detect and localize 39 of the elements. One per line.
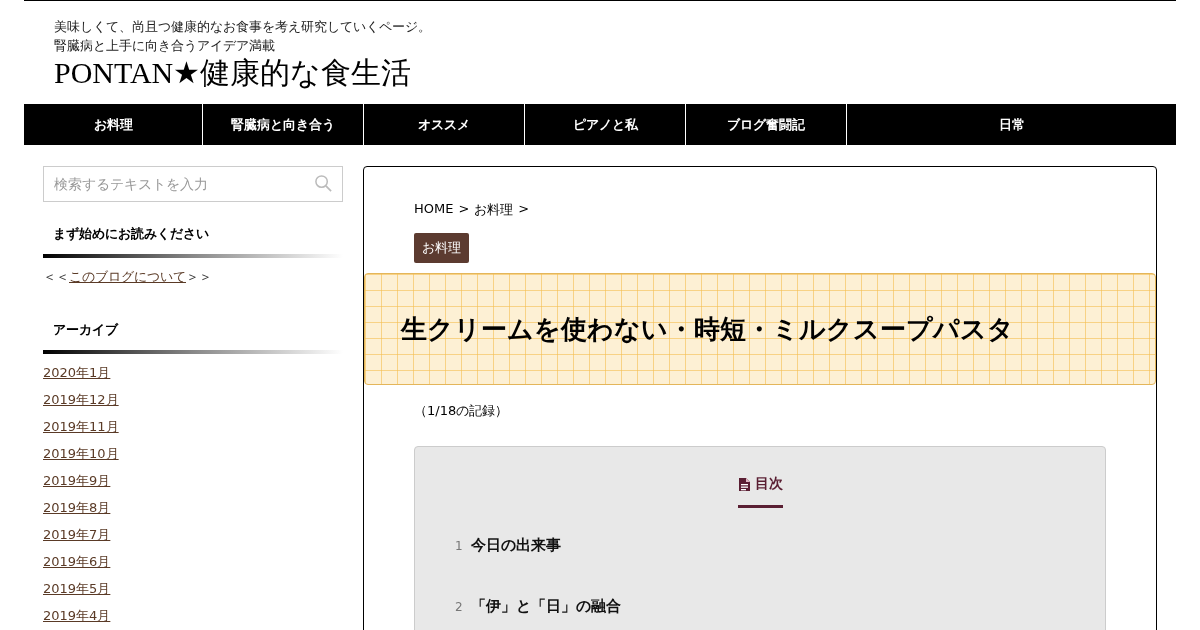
- bracket-text: ＞＞: [186, 269, 212, 284]
- archive-link[interactable]: 2020年1月: [43, 364, 111, 382]
- site-tagline: 美味しくて、尚且つ健康的なお食事を考え研究していくページ。: [54, 18, 432, 36]
- search-field[interactable]: 検索するテキストを入力: [43, 166, 343, 202]
- archive-link[interactable]: 2019年11月: [43, 418, 119, 436]
- archive-link[interactable]: 2019年4月: [43, 607, 111, 625]
- nav-item[interactable]: ブログ奮闘記: [685, 104, 846, 145]
- breadcrumb-link[interactable]: HOME: [414, 201, 454, 219]
- toc-link[interactable]: 「伊」と「日」の融合: [470, 597, 621, 616]
- archive-link[interactable]: 2019年9月: [43, 472, 111, 490]
- toc-number: 2: [455, 599, 463, 614]
- article-title: 生クリームを使わない・時短・ミルクスープパスタ: [401, 312, 1014, 346]
- toc-number: 1: [455, 538, 463, 553]
- toc-title: 目次: [754, 475, 783, 493]
- nav-item[interactable]: 日常: [846, 104, 1176, 145]
- nav-item[interactable]: お料理: [24, 104, 202, 145]
- toc-link[interactable]: 今日の出来事: [470, 536, 561, 555]
- breadcrumb-link[interactable]: お料理: [474, 201, 514, 219]
- widget-heading: アーカイブ: [52, 321, 120, 339]
- breadcrumb-separator: >: [518, 201, 530, 218]
- nav-item[interactable]: 腎臓病と向き合う: [202, 104, 363, 145]
- archive-link[interactable]: 2019年10月: [43, 445, 119, 463]
- bracket-text: ＜＜: [43, 269, 69, 284]
- site-title[interactable]: PONTAN★健康的な食生活: [54, 55, 1146, 91]
- search-icon[interactable]: [314, 174, 333, 193]
- site-tagline: 腎臓病と上手に向き合うアイデア満載: [54, 37, 276, 55]
- widget-heading: まず始めにお読みください: [52, 225, 210, 243]
- archive-link[interactable]: 2019年6月: [43, 553, 111, 571]
- nav-item[interactable]: オススメ: [363, 104, 524, 145]
- breadcrumb-separator: >: [458, 201, 470, 218]
- document-icon: [737, 476, 751, 492]
- archive-link[interactable]: 2019年8月: [43, 499, 111, 517]
- nav-item[interactable]: ピアノと私: [524, 104, 685, 145]
- archive-link[interactable]: 2019年7月: [43, 526, 111, 544]
- about-link[interactable]: このブログについて: [69, 269, 186, 284]
- category-tag[interactable]: お料理: [414, 233, 469, 263]
- archive-link[interactable]: 2019年5月: [43, 580, 111, 598]
- record-note: （1/18の記録）: [414, 402, 510, 420]
- archive-link[interactable]: 2019年12月: [43, 391, 119, 409]
